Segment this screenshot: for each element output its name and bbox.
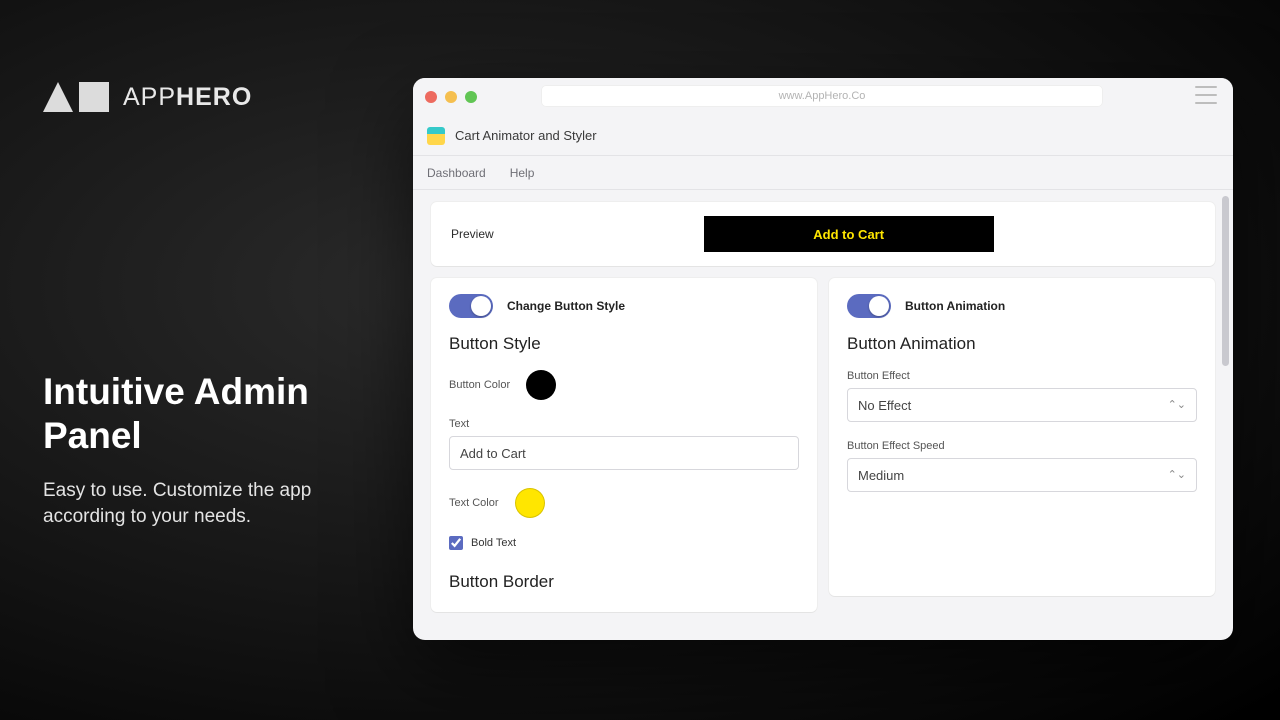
traffic-lights — [425, 91, 477, 103]
button-color-label: Button Color — [449, 379, 510, 391]
animation-toggle[interactable] — [847, 294, 891, 318]
button-animation-panel: Button Animation Button Animation Button… — [829, 278, 1215, 596]
app-title: Cart Animator and Styler — [455, 128, 597, 143]
brand-prefix: APP — [123, 83, 176, 111]
close-icon[interactable] — [425, 91, 437, 103]
button-text-input[interactable] — [449, 436, 799, 470]
bold-text-label: Bold Text — [471, 537, 516, 549]
text-color-swatch[interactable] — [515, 488, 545, 518]
window-titlebar: www.AppHero.Co — [413, 78, 1233, 116]
content-area: Preview Add to Cart Change Button Style … — [413, 190, 1233, 640]
button-effect-value: No Effect — [858, 398, 911, 413]
triangle-icon — [43, 82, 73, 112]
nav-dashboard[interactable]: Dashboard — [427, 166, 486, 180]
promo-subtext: Easy to use. Customize the app according… — [43, 478, 363, 529]
minimize-icon[interactable] — [445, 91, 457, 103]
button-style-panel: Change Button Style Button Style Button … — [431, 278, 817, 612]
button-effect-speed-value: Medium — [858, 468, 904, 483]
bold-text-checkbox[interactable] — [449, 536, 463, 550]
nav-help[interactable]: Help — [510, 166, 535, 180]
chevron-icon: ⌃⌄ — [1168, 470, 1186, 481]
button-effect-speed-label: Button Effect Speed — [847, 440, 1197, 452]
logo-shapes — [43, 82, 109, 112]
brand-logo: APPHERO — [43, 82, 252, 112]
maximize-icon[interactable] — [465, 91, 477, 103]
app-nav: Dashboard Help — [413, 156, 1233, 190]
change-style-toggle-label: Change Button Style — [507, 299, 625, 313]
preview-add-to-cart-button[interactable]: Add to Cart — [704, 216, 994, 252]
text-label: Text — [449, 418, 799, 430]
button-color-swatch[interactable] — [526, 370, 556, 400]
button-effect-speed-select[interactable]: Medium ⌃⌄ — [847, 458, 1197, 492]
animation-toggle-label: Button Animation — [905, 299, 1005, 313]
button-effect-select[interactable]: No Effect ⌃⌄ — [847, 388, 1197, 422]
url-bar[interactable]: www.AppHero.Co — [541, 85, 1103, 107]
change-style-toggle[interactable] — [449, 294, 493, 318]
scrollbar[interactable] — [1222, 196, 1229, 366]
app-header: Cart Animator and Styler — [413, 116, 1233, 156]
button-style-heading: Button Style — [449, 334, 799, 354]
preview-label: Preview — [451, 227, 494, 241]
app-window: www.AppHero.Co Cart Animator and Styler … — [413, 78, 1233, 640]
button-animation-heading: Button Animation — [847, 334, 1197, 354]
menu-icon[interactable] — [1195, 86, 1217, 104]
button-border-heading: Button Border — [449, 572, 799, 592]
button-effect-label: Button Effect — [847, 370, 1197, 382]
app-icon — [427, 127, 445, 145]
preview-card: Preview Add to Cart — [431, 202, 1215, 266]
chevron-icon: ⌃⌄ — [1168, 400, 1186, 411]
square-icon — [79, 82, 109, 112]
text-color-label: Text Color — [449, 497, 499, 509]
url-text: www.AppHero.Co — [779, 90, 866, 102]
brand-name: APPHERO — [123, 83, 252, 112]
brand-bold: HERO — [176, 83, 252, 111]
promo-headline: Intuitive Admin Panel — [43, 370, 373, 459]
